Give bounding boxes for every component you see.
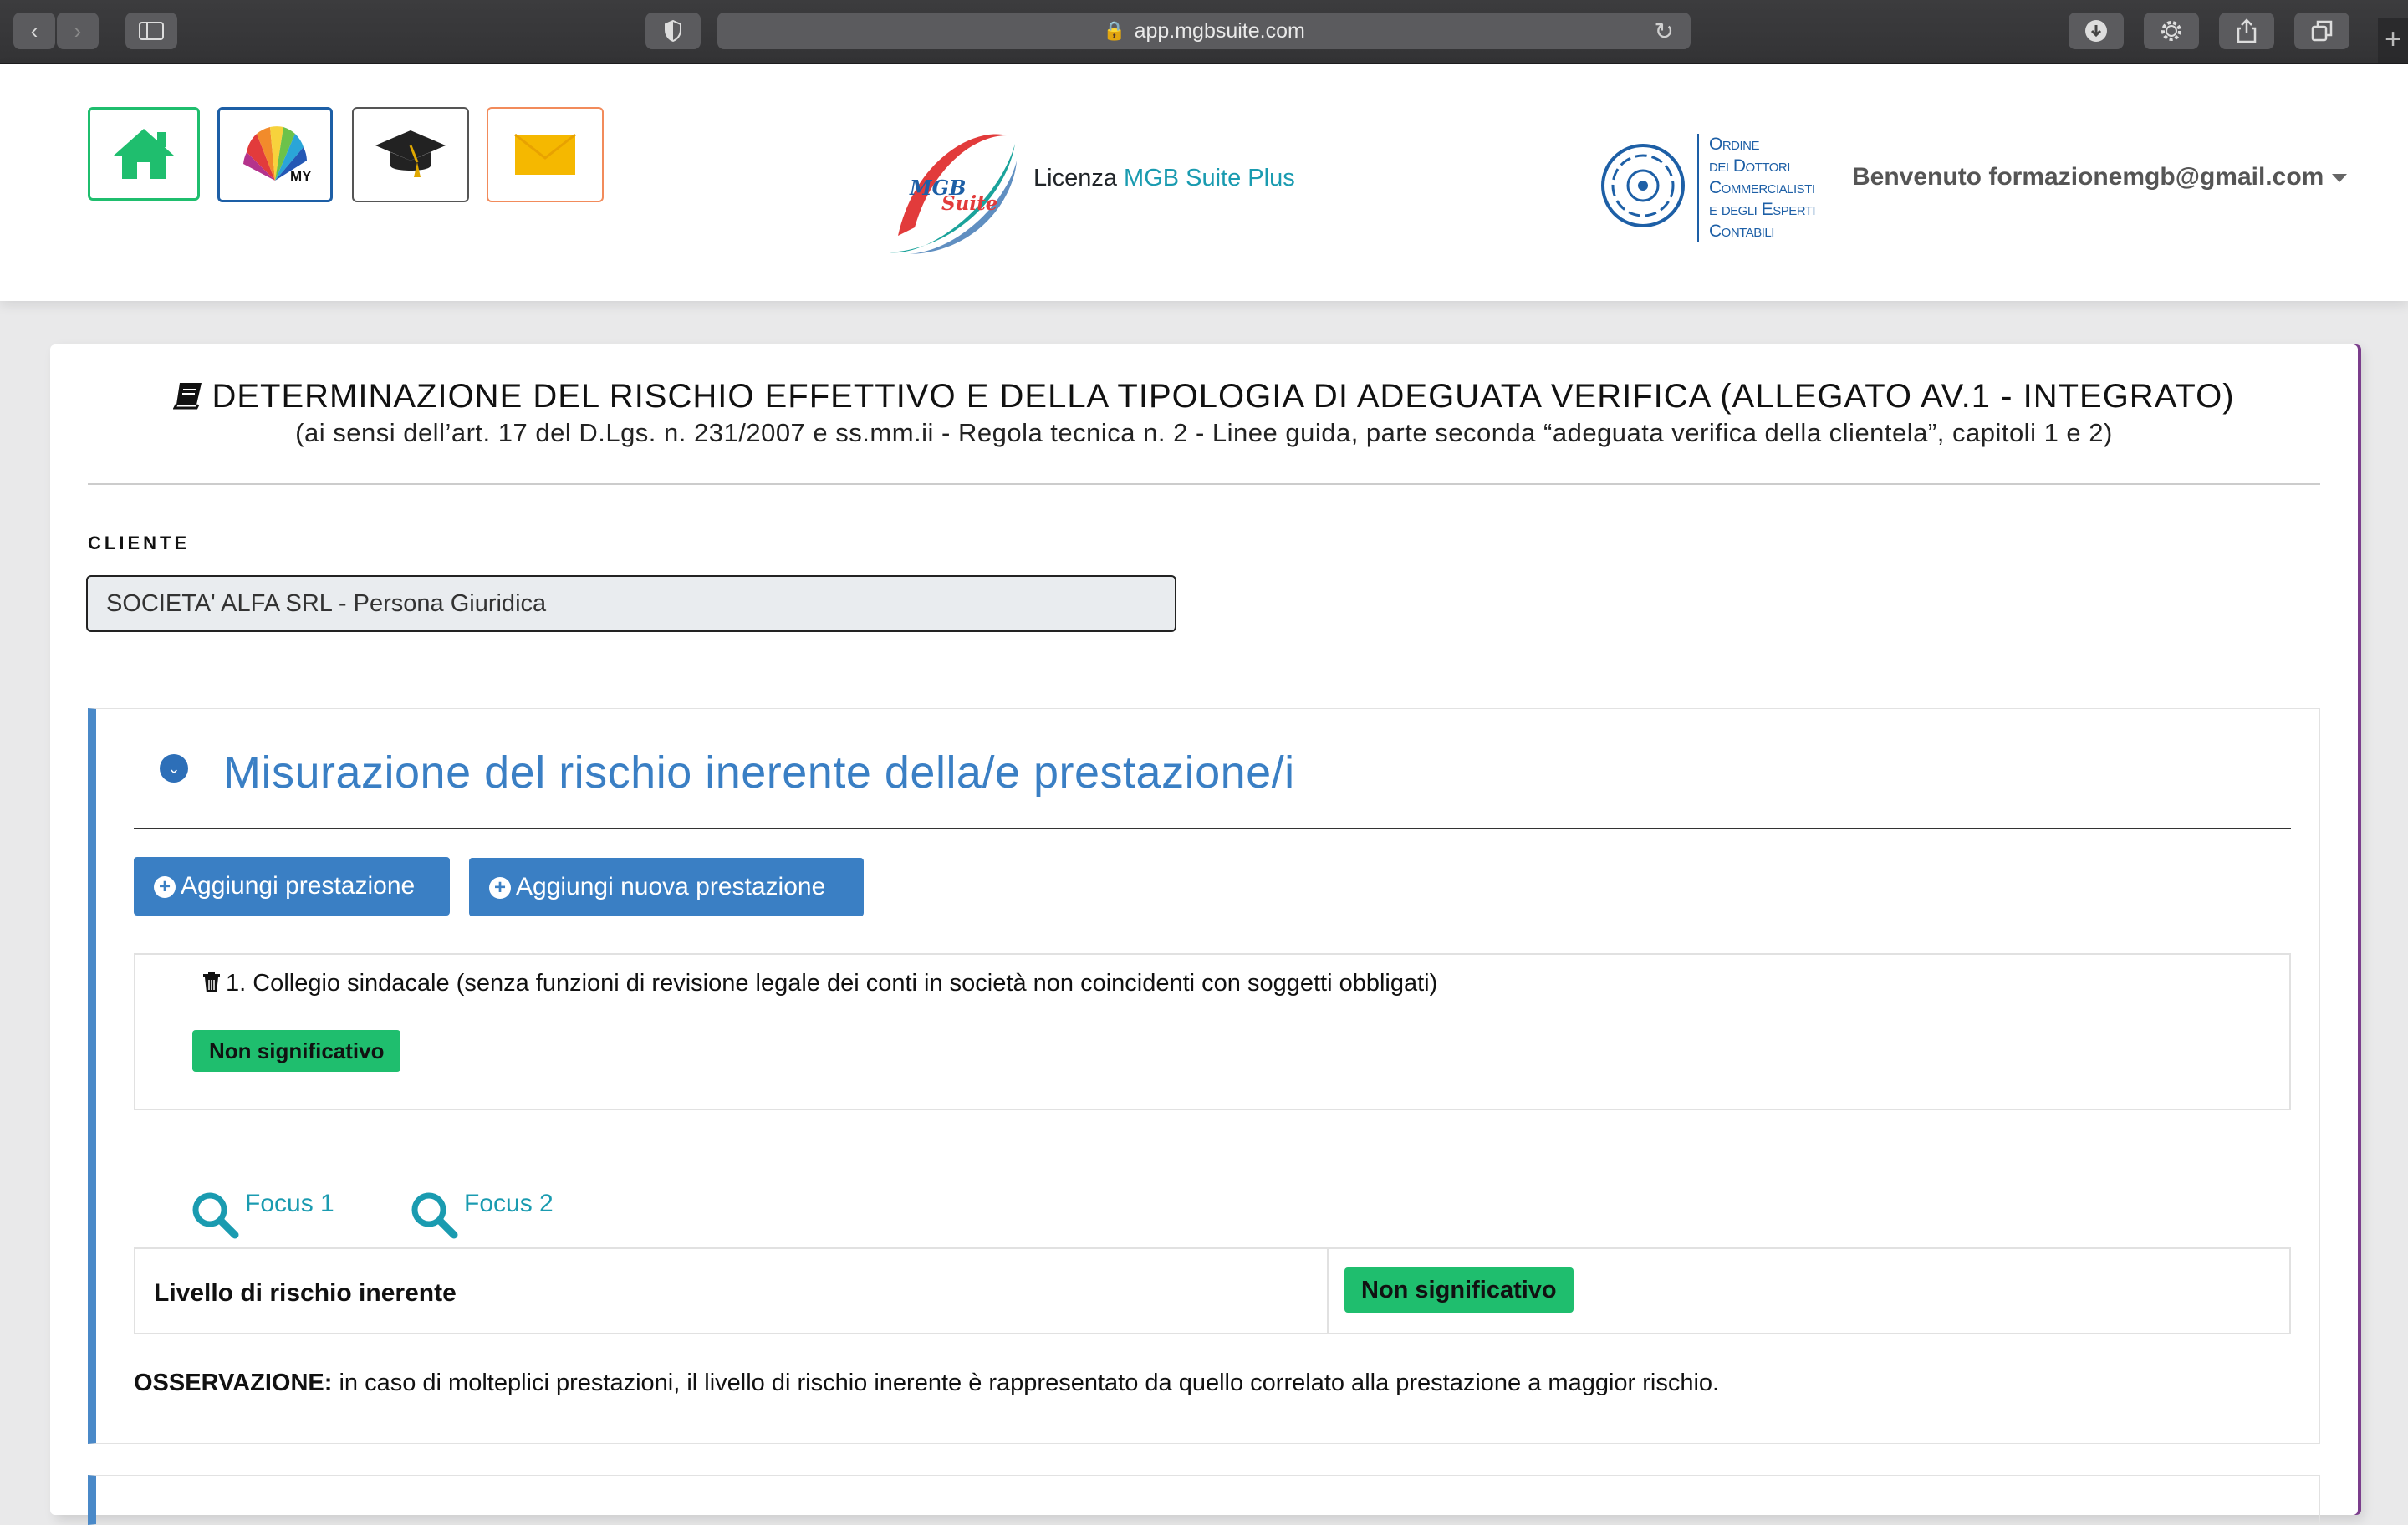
ordine-line: e degli Esperti	[1709, 200, 1816, 219]
chevron-left-icon: ‹	[30, 18, 38, 43]
lock-icon: 🔒	[1103, 20, 1126, 41]
add-prestazione-button[interactable]: + Aggiungi prestazione	[134, 857, 450, 916]
cliente-label: CLIENTE	[88, 533, 191, 553]
osservazione-label: OSSERVAZIONE:	[134, 1369, 333, 1396]
shield-icon	[665, 20, 681, 42]
privacy-report-button[interactable]	[645, 13, 701, 49]
plus-circle-icon: +	[489, 877, 511, 899]
rischio-table: Livello di rischio inerente Non signific…	[134, 1247, 2291, 1334]
tab-overview-button[interactable]	[2294, 13, 2349, 49]
plus-circle-icon: +	[154, 876, 176, 898]
book-icon	[173, 383, 202, 410]
licenza-prefix: Licenza	[1033, 165, 1117, 191]
focus-1-label: Focus 1	[245, 1190, 334, 1217]
osservazione-text: in caso di molteplici prestazioni, il li…	[332, 1369, 1720, 1396]
licenza-label: Licenza MGB Suite Plus	[1033, 165, 1295, 192]
table-divider	[1327, 1249, 1329, 1333]
app-header: MY MGB Suite Licenza MGB Suite Plus Ordi…	[0, 64, 2408, 301]
next-section	[88, 1475, 2320, 1525]
forward-button[interactable]: ›	[57, 13, 99, 49]
download-icon	[2085, 20, 2107, 42]
add-new-prestazione-label: Aggiungi nuova prestazione	[516, 873, 826, 900]
focus-2-label: Focus 2	[464, 1190, 554, 1217]
divider	[88, 483, 2320, 485]
share-icon	[2237, 18, 2257, 43]
ordine-emblem-icon	[1601, 144, 1685, 227]
trash-icon[interactable]	[202, 972, 221, 993]
licenza-name: MGB Suite Plus	[1124, 165, 1295, 191]
messages-button[interactable]	[487, 107, 604, 202]
rischio-inerente-section: ⌄ Misurazione del rischio inerente della…	[88, 708, 2320, 1444]
main-card: DETERMINAZIONE DEL RISCHIO EFFETTIVO E D…	[50, 344, 2358, 1525]
ordine-line: dei Dottori	[1709, 156, 1790, 176]
cliente-field[interactable]: SOCIETA' ALFA SRL - Persona Giuridica	[86, 575, 1176, 632]
prestazione-item: 1. Collegio sindacale (senza funzioni di…	[134, 953, 2291, 1110]
section-divider	[134, 828, 2291, 829]
home-icon	[114, 129, 174, 179]
gear-icon	[2161, 21, 2181, 41]
search-icon	[411, 1192, 458, 1239]
ordine-line: Commercialisti	[1709, 178, 1815, 197]
url-text: app.mgbsuite.com	[1134, 18, 1305, 43]
prestazione-text: 1. Collegio sindacale (senza funzioni di…	[226, 970, 1438, 997]
my-area-button[interactable]: MY	[217, 107, 333, 202]
chevron-down-circle-icon[interactable]: ⌄	[160, 754, 188, 783]
ordine-text: Ordine dei Dottori Commercialisti e degl…	[1697, 134, 1816, 242]
home-button[interactable]	[88, 107, 200, 201]
sidebar-icon	[139, 22, 164, 40]
osservazione-note: OSSERVAZIONE: in caso di molteplici pres…	[134, 1369, 1719, 1397]
reload-icon[interactable]: ↻	[1655, 18, 1674, 45]
focus-2-link[interactable]: Focus 2	[409, 1190, 554, 1240]
add-new-prestazione-button[interactable]: + Aggiungi nuova prestazione	[469, 858, 864, 916]
focus-1-link[interactable]: Focus 1	[190, 1190, 334, 1240]
caret-down-icon	[2332, 174, 2348, 183]
extension-button[interactable]	[2144, 13, 2199, 49]
welcome-text: Benvenuto formazionemgb@gmail.com	[1852, 163, 2324, 191]
share-button[interactable]	[2219, 13, 2274, 49]
tabs-icon	[2311, 20, 2333, 42]
livello-label: Livello di rischio inerente	[154, 1279, 457, 1307]
my-label: MY	[290, 168, 312, 184]
prestazione-row: 1. Collegio sindacale (senza funzioni di…	[202, 970, 1437, 997]
section-title: Misurazione del rischio inerente della/e…	[223, 747, 1295, 798]
graduation-cap-icon	[375, 130, 446, 177]
new-tab-button[interactable]: +	[2378, 18, 2408, 63]
ordine-line: Contabili	[1709, 222, 1774, 241]
browser-toolbar: ‹ › 🔒 app.mgbsuite.com ↻ +	[0, 0, 2408, 64]
user-menu-toggle[interactable]: Benvenuto formazionemgb@gmail.com	[1852, 163, 2348, 191]
ordine-logo: Ordine dei Dottori Commercialisti e degl…	[1597, 127, 1839, 244]
prestazione-risk-badge: Non significativo	[192, 1030, 401, 1072]
mgb-suite-logo: MGB Suite	[881, 110, 1023, 261]
page-title: DETERMINAZIONE DEL RISCHIO EFFETTIVO E D…	[50, 378, 2358, 416]
chevron-right-icon: ›	[74, 18, 82, 43]
search-icon	[192, 1192, 239, 1239]
address-bar[interactable]: 🔒 app.mgbsuite.com ↻	[717, 13, 1691, 49]
envelope-icon	[514, 133, 576, 175]
sidebar-toggle-button[interactable]	[125, 13, 177, 49]
add-prestazione-label: Aggiungi prestazione	[181, 872, 416, 900]
page-subtitle: (ai sensi dell’art. 17 del D.Lgs. n. 231…	[295, 418, 2113, 447]
mgb-logo-line2: Suite	[941, 192, 998, 215]
back-button[interactable]: ‹	[13, 13, 55, 49]
formazione-button[interactable]	[352, 107, 469, 202]
page-title-text: DETERMINAZIONE DEL RISCHIO EFFETTIVO E D…	[212, 378, 2235, 415]
downloads-button[interactable]	[2069, 13, 2124, 49]
livello-badge: Non significativo	[1344, 1267, 1574, 1313]
ordine-line: Ordine	[1709, 135, 1760, 154]
